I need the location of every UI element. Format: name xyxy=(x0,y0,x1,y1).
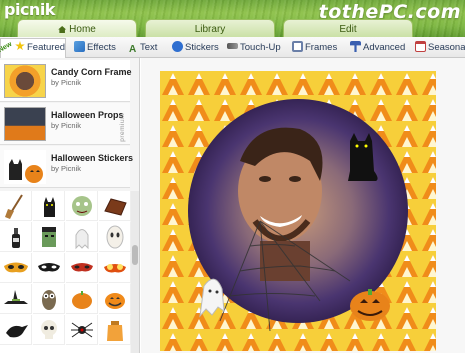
toolbar-frames[interactable]: Frames xyxy=(292,39,337,56)
toolbar-advanced-label: Advanced xyxy=(363,42,406,53)
pack-author: by Picnik xyxy=(51,78,82,87)
toolbar-advanced[interactable]: Advanced xyxy=(350,39,405,56)
broom-sticker[interactable] xyxy=(0,191,32,221)
bug-eye-mask-sticker[interactable] xyxy=(99,253,131,283)
coffin-sticker[interactable] xyxy=(99,191,131,221)
picnik-logo[interactable]: picnik xyxy=(4,0,55,19)
pack-halloween-stickers[interactable]: Halloween Stickers by Picnik xyxy=(0,146,134,188)
ghost-sticker[interactable] xyxy=(66,222,98,252)
premium-label: premium xyxy=(119,113,126,142)
bottle-sticker[interactable] xyxy=(0,222,32,252)
crow-sticker[interactable] xyxy=(0,315,32,345)
tab-edit-label: Edit xyxy=(339,24,357,35)
spider-sticker[interactable] xyxy=(66,315,98,345)
advanced-icon xyxy=(350,41,361,52)
owl-sticker[interactable] xyxy=(33,284,65,314)
halloween-props-thumbnail xyxy=(4,107,46,141)
toolbar-effects[interactable]: Effects xyxy=(74,39,116,56)
toolbar: New Featured Effects A Text Stickers Touc… xyxy=(0,37,465,58)
pack-author: by Picnik xyxy=(51,121,82,130)
touchup-icon xyxy=(227,43,238,49)
pack-halloween-props[interactable]: Halloween Props by Picnik premium xyxy=(0,103,130,145)
sticker-grid xyxy=(0,191,131,353)
photo-canvas[interactable] xyxy=(160,71,436,351)
tab-home-label: Home xyxy=(69,24,96,35)
toolbar-touchup-label: Touch-Up xyxy=(240,42,281,53)
home-icon xyxy=(58,26,67,33)
photo-canvas-area xyxy=(141,58,465,353)
new-badge: New xyxy=(0,40,14,55)
frames-icon xyxy=(292,41,303,52)
tab-library-label: Library xyxy=(194,24,226,35)
candy-corn-frame-thumbnail xyxy=(4,64,46,98)
black-mask-sticker[interactable] xyxy=(33,253,65,283)
toolbar-frames-label: Frames xyxy=(305,42,338,53)
toolbar-seasonal[interactable]: Seasonal xyxy=(415,39,465,56)
pack-author: by Picnik xyxy=(51,164,82,173)
black-cat-sticker[interactable] xyxy=(33,191,65,221)
scrollbar-thumb[interactable] xyxy=(132,245,138,265)
pack-title: Halloween Stickers xyxy=(51,153,134,163)
toolbar-text-label: Text xyxy=(140,42,158,53)
toolbar-touchup[interactable]: Touch-Up xyxy=(227,39,281,56)
star-icon xyxy=(15,41,25,51)
toolbar-featured[interactable]: New Featured xyxy=(0,38,66,58)
tab-edit[interactable]: Edit xyxy=(283,19,413,37)
stickers-icon xyxy=(172,41,183,52)
effects-icon xyxy=(74,41,85,52)
skull-sticker[interactable] xyxy=(33,315,65,345)
pack-title: Candy Corn Frame xyxy=(51,67,132,77)
pack-candy-corn-frame[interactable]: Candy Corn Frame by Picnik xyxy=(0,60,132,102)
frankenstein-sticker[interactable] xyxy=(33,222,65,252)
mask-sticker[interactable] xyxy=(99,222,131,252)
devil-mask-sticker[interactable] xyxy=(66,253,98,283)
candy-bag-sticker[interactable] xyxy=(99,315,131,345)
halloween-stickers-thumbnail xyxy=(4,150,46,184)
pack-title: Halloween Props xyxy=(51,110,124,120)
toolbar-stickers-label: Stickers xyxy=(185,42,219,53)
sticker-sidebar: Candy Corn Frame by Picnik Halloween Pro… xyxy=(0,58,140,353)
orange-mask-sticker[interactable] xyxy=(0,253,32,283)
text-icon: A xyxy=(129,44,137,55)
toolbar-text[interactable]: A Text xyxy=(129,39,157,56)
witch-hat-sticker[interactable] xyxy=(0,284,32,314)
toolbar-seasonal-label: Seasonal xyxy=(428,42,465,53)
app-header: picnik tothePC.com Home Library Edit xyxy=(0,0,465,37)
toolbar-stickers[interactable]: Stickers xyxy=(172,39,219,56)
framed-photo xyxy=(160,71,436,351)
toolbar-featured-label: Featured xyxy=(27,42,66,53)
tab-library[interactable]: Library xyxy=(145,19,275,37)
toolbar-effects-label: Effects xyxy=(87,42,116,53)
tab-home[interactable]: Home xyxy=(17,19,137,37)
pumpkin-sticker[interactable] xyxy=(66,284,98,314)
zombie-face-sticker[interactable] xyxy=(66,191,98,221)
jack-o-lantern-sticker[interactable] xyxy=(99,284,131,314)
seasonal-icon xyxy=(415,41,426,52)
sticker-scrollbar[interactable] xyxy=(131,191,139,353)
